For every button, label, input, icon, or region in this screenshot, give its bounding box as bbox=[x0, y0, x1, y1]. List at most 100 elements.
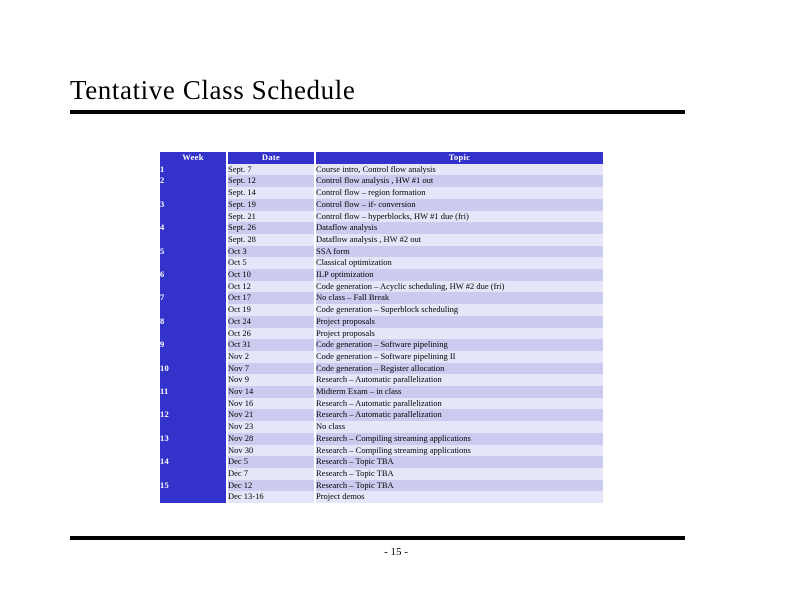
class-schedule-table: Week Date Topic 1 Sept. 7 Course intro, Co… bbox=[158, 152, 605, 504]
column-header-week: Week bbox=[160, 152, 226, 164]
table-header: Week Date Topic bbox=[160, 152, 603, 164]
table-row: Oct 12 Code generation – Acyclic scheduli… bbox=[160, 280, 603, 293]
cell-date: Oct 12 bbox=[228, 280, 314, 293]
cell-topic: Research – Topic TBA bbox=[316, 479, 603, 492]
cell-date: Nov 14 bbox=[228, 386, 314, 398]
cell-topic: Project proposals bbox=[316, 315, 603, 328]
table-row: 3 Sept. 19 Control flow – if- conversion bbox=[160, 198, 603, 211]
cell-date: Oct 5 bbox=[228, 257, 314, 270]
cell-date: Nov 30 bbox=[228, 444, 314, 457]
cell-week: 5 bbox=[160, 245, 226, 258]
title-divider bbox=[70, 110, 685, 114]
cell-week: 10 bbox=[160, 362, 226, 375]
cell-week: 8 bbox=[160, 315, 226, 328]
cell-topic: Research – Compiling streaming applicati… bbox=[316, 432, 603, 445]
cell-week bbox=[160, 210, 226, 223]
cell-week: 7 bbox=[160, 292, 226, 305]
cell-topic: Code generation – Software pipelining bbox=[316, 339, 603, 351]
table-row: 1 Sept. 7 Course intro, Control flow analy… bbox=[160, 163, 603, 176]
cell-date: Nov 2 bbox=[228, 350, 314, 363]
table-row: 2 Sept. 12 Control flow analysis , HW #1 o… bbox=[160, 175, 603, 188]
cell-week bbox=[160, 304, 226, 316]
table-row: Dec 13-16 Project demos bbox=[160, 491, 603, 504]
schedule-table-container: Week Date Topic 1 Sept. 7 Course intro, Co… bbox=[158, 152, 603, 504]
cell-week: 14 bbox=[160, 456, 226, 468]
page-number: - 15 - bbox=[384, 546, 408, 558]
cell-topic: Code generation – Superblock scheduling bbox=[316, 304, 603, 316]
cell-topic: No class bbox=[316, 421, 603, 433]
cell-date: Oct 3 bbox=[228, 245, 314, 258]
table-row: Oct 19 Code generation – Superblock sched… bbox=[160, 304, 603, 316]
cell-date: Nov 28 bbox=[228, 432, 314, 445]
cell-date: Dec 13-16 bbox=[228, 491, 314, 504]
cell-date: Nov 23 bbox=[228, 421, 314, 433]
table-row: Oct 26 Project proposals bbox=[160, 327, 603, 340]
cell-topic: Control flow – hyperblocks, HW #1 due (f… bbox=[316, 210, 603, 223]
cell-topic: Research – Automatic parallelization bbox=[316, 397, 603, 410]
footer-divider bbox=[70, 536, 685, 540]
cell-topic: Code generation – Register allocation bbox=[316, 362, 603, 375]
table-row: 4 Sept. 26 Dataflow analysis bbox=[160, 222, 603, 234]
cell-date: Sept. 21 bbox=[228, 210, 314, 223]
cell-date: Oct 19 bbox=[228, 304, 314, 316]
cell-topic: Research – Compiling streaming applicati… bbox=[316, 444, 603, 457]
cell-topic: Research – Automatic parallelization bbox=[316, 374, 603, 387]
cell-week bbox=[160, 350, 226, 363]
column-header-topic: Topic bbox=[316, 152, 603, 164]
cell-topic: Control flow – region formation bbox=[316, 187, 603, 199]
cell-date: Nov 21 bbox=[228, 409, 314, 422]
table-row: 7 Oct 17 No class – Fall Break bbox=[160, 292, 603, 305]
cell-topic: Dataflow analysis bbox=[316, 222, 603, 234]
table-row: 14 Dec 5 Research – Topic TBA bbox=[160, 456, 603, 468]
cell-week bbox=[160, 257, 226, 270]
cell-week bbox=[160, 467, 226, 480]
table-row: 13 Nov 28 Research – Compiling streaming a… bbox=[160, 432, 603, 445]
cell-week: 6 bbox=[160, 269, 226, 281]
cell-date: Nov 7 bbox=[228, 362, 314, 375]
cell-week bbox=[160, 421, 226, 433]
cell-week: 9 bbox=[160, 339, 226, 351]
cell-topic: Control flow – if- conversion bbox=[316, 198, 603, 211]
cell-week bbox=[160, 280, 226, 293]
cell-week bbox=[160, 327, 226, 340]
table-row: Dec 7 Research – Topic TBA bbox=[160, 467, 603, 480]
table-row: 10 Nov 7 Code generation – Register alloca… bbox=[160, 362, 603, 375]
table-row: Nov 30 Research – Compiling streaming app… bbox=[160, 444, 603, 457]
cell-week: 15 bbox=[160, 479, 226, 492]
table-row: Nov 9 Research – Automatic parallelizatio… bbox=[160, 374, 603, 387]
cell-date: Dec 12 bbox=[228, 479, 314, 492]
table-row: Nov 23 No class bbox=[160, 421, 603, 433]
table-row: Nov 2 Code generation – Software pipelini… bbox=[160, 350, 603, 363]
table-row: 15 Dec 12 Research – Topic TBA bbox=[160, 479, 603, 492]
cell-topic: Project demos bbox=[316, 491, 603, 504]
cell-topic: Midterm Exam – in class bbox=[316, 386, 603, 398]
page-title: Tentative Class Schedule bbox=[70, 75, 356, 105]
cell-topic: Course intro, Control flow analysis bbox=[316, 163, 603, 176]
cell-date: Oct 31 bbox=[228, 339, 314, 351]
cell-date: Dec 5 bbox=[228, 456, 314, 468]
cell-topic: Research – Topic TBA bbox=[316, 467, 603, 480]
cell-week bbox=[160, 397, 226, 410]
cell-topic: No class – Fall Break bbox=[316, 292, 603, 305]
table-row: Nov 16 Research – Automatic parallelizati… bbox=[160, 397, 603, 410]
table-row: 6 Oct 10 ILP optimization bbox=[160, 269, 603, 281]
cell-week bbox=[160, 374, 226, 387]
cell-week: 12 bbox=[160, 409, 226, 422]
cell-date: Oct 26 bbox=[228, 327, 314, 340]
table-row: 11 Nov 14 Midterm Exam – in class bbox=[160, 386, 603, 398]
cell-topic: Code generation – Acyclic scheduling, HW… bbox=[316, 280, 603, 293]
cell-date: Nov 16 bbox=[228, 397, 314, 410]
table-row: 8 Oct 24 Project proposals bbox=[160, 315, 603, 328]
table-row: 12 Nov 21 Research – Automatic paralleliza… bbox=[160, 409, 603, 422]
cell-week bbox=[160, 187, 226, 199]
table-body: 1 Sept. 7 Course intro, Control flow analy… bbox=[160, 163, 603, 504]
cell-date: Oct 24 bbox=[228, 315, 314, 328]
cell-topic: Research – Topic TBA bbox=[316, 456, 603, 468]
cell-week bbox=[160, 444, 226, 457]
cell-date: Dec 7 bbox=[228, 467, 314, 480]
cell-topic: ILP optimization bbox=[316, 269, 603, 281]
cell-week: 1 bbox=[160, 163, 226, 176]
cell-date: Sept. 26 bbox=[228, 222, 314, 234]
cell-topic: Code generation – Software pipelining II bbox=[316, 350, 603, 363]
table-row: Sept. 14 Control flow – region formation bbox=[160, 187, 603, 199]
